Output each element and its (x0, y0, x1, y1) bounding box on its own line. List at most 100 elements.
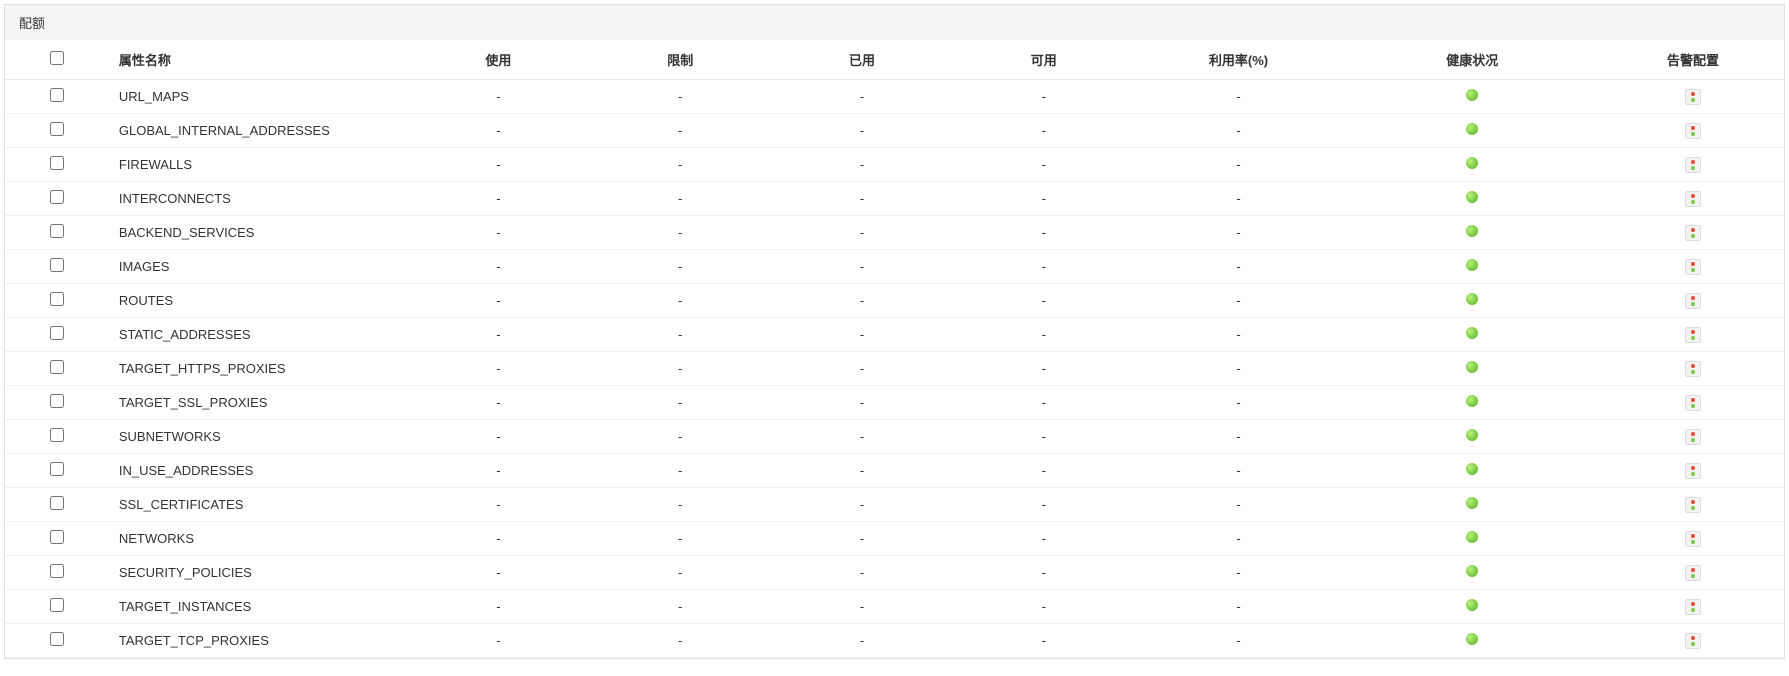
traffic-light-icon[interactable] (1685, 259, 1701, 275)
traffic-light-icon[interactable] (1685, 565, 1701, 581)
traffic-light-icon[interactable] (1685, 157, 1701, 173)
row-health (1342, 454, 1602, 488)
traffic-light-icon[interactable] (1685, 429, 1701, 445)
row-name: IN_USE_ADDRESSES (109, 454, 408, 488)
row-available: - (953, 624, 1135, 658)
row-used: - (771, 624, 953, 658)
table-row: FIREWALLS----- (5, 148, 1784, 182)
row-health (1342, 114, 1602, 148)
health-status-icon (1466, 497, 1478, 509)
row-checkbox[interactable] (50, 598, 64, 612)
row-checkbox[interactable] (50, 428, 64, 442)
row-checkbox[interactable] (50, 258, 64, 272)
row-name: INTERCONNECTS (109, 182, 408, 216)
row-use: - (408, 284, 590, 318)
row-name: TARGET_INSTANCES (109, 590, 408, 624)
row-checkbox-cell (5, 216, 109, 250)
row-checkbox-cell (5, 114, 109, 148)
select-all-checkbox[interactable] (50, 51, 64, 65)
traffic-light-icon[interactable] (1685, 293, 1701, 309)
row-checkbox[interactable] (50, 632, 64, 646)
traffic-light-icon[interactable] (1685, 463, 1701, 479)
row-checkbox-cell (5, 352, 109, 386)
row-utilization: - (1135, 114, 1343, 148)
row-available: - (953, 352, 1135, 386)
table-row: BACKEND_SERVICES----- (5, 216, 1784, 250)
row-name: TARGET_HTTPS_PROXIES (109, 352, 408, 386)
row-checkbox[interactable] (50, 88, 64, 102)
row-used: - (771, 556, 953, 590)
row-used: - (771, 522, 953, 556)
health-status-icon (1466, 531, 1478, 543)
row-limit: - (589, 182, 771, 216)
row-checkbox[interactable] (50, 530, 64, 544)
row-checkbox[interactable] (50, 496, 64, 510)
row-limit: - (589, 284, 771, 318)
row-used: - (771, 182, 953, 216)
row-used: - (771, 80, 953, 114)
header-use: 使用 (408, 40, 590, 80)
row-use: - (408, 624, 590, 658)
row-checkbox-cell (5, 182, 109, 216)
traffic-light-icon[interactable] (1685, 327, 1701, 343)
header-utilization: 利用率(%) (1135, 40, 1343, 80)
traffic-light-icon[interactable] (1685, 599, 1701, 615)
row-available: - (953, 454, 1135, 488)
health-status-icon (1466, 565, 1478, 577)
row-limit: - (589, 488, 771, 522)
row-used: - (771, 352, 953, 386)
table-row: ROUTES----- (5, 284, 1784, 318)
row-limit: - (589, 216, 771, 250)
traffic-light-icon[interactable] (1685, 395, 1701, 411)
row-checkbox[interactable] (50, 190, 64, 204)
row-alert (1602, 488, 1784, 522)
row-use: - (408, 114, 590, 148)
row-health (1342, 148, 1602, 182)
row-checkbox[interactable] (50, 394, 64, 408)
traffic-light-icon[interactable] (1685, 89, 1701, 105)
row-checkbox[interactable] (50, 564, 64, 578)
row-use: - (408, 148, 590, 182)
traffic-light-icon[interactable] (1685, 123, 1701, 139)
row-limit: - (589, 624, 771, 658)
traffic-light-icon[interactable] (1685, 191, 1701, 207)
row-available: - (953, 284, 1135, 318)
row-checkbox[interactable] (50, 292, 64, 306)
row-available: - (953, 216, 1135, 250)
row-alert (1602, 352, 1784, 386)
row-available: - (953, 148, 1135, 182)
row-alert (1602, 420, 1784, 454)
row-checkbox[interactable] (50, 156, 64, 170)
row-health (1342, 386, 1602, 420)
row-alert (1602, 590, 1784, 624)
row-checkbox[interactable] (50, 224, 64, 238)
row-use: - (408, 522, 590, 556)
row-utilization: - (1135, 454, 1343, 488)
row-use: - (408, 250, 590, 284)
row-use: - (408, 318, 590, 352)
row-health (1342, 522, 1602, 556)
row-health (1342, 250, 1602, 284)
row-checkbox[interactable] (50, 360, 64, 374)
row-utilization: - (1135, 556, 1343, 590)
row-utilization: - (1135, 182, 1343, 216)
traffic-light-icon[interactable] (1685, 225, 1701, 241)
table-row: SSL_CERTIFICATES----- (5, 488, 1784, 522)
traffic-light-icon[interactable] (1685, 633, 1701, 649)
row-checkbox[interactable] (50, 122, 64, 136)
table-row: SUBNETWORKS----- (5, 420, 1784, 454)
row-limit: - (589, 80, 771, 114)
row-checkbox[interactable] (50, 326, 64, 340)
traffic-light-icon[interactable] (1685, 497, 1701, 513)
row-checkbox-cell (5, 284, 109, 318)
row-utilization: - (1135, 488, 1343, 522)
row-health (1342, 80, 1602, 114)
row-limit: - (589, 250, 771, 284)
row-used: - (771, 318, 953, 352)
traffic-light-icon[interactable] (1685, 531, 1701, 547)
row-utilization: - (1135, 420, 1343, 454)
traffic-light-icon[interactable] (1685, 361, 1701, 377)
row-checkbox-cell (5, 488, 109, 522)
row-checkbox-cell (5, 318, 109, 352)
row-checkbox[interactable] (50, 462, 64, 476)
